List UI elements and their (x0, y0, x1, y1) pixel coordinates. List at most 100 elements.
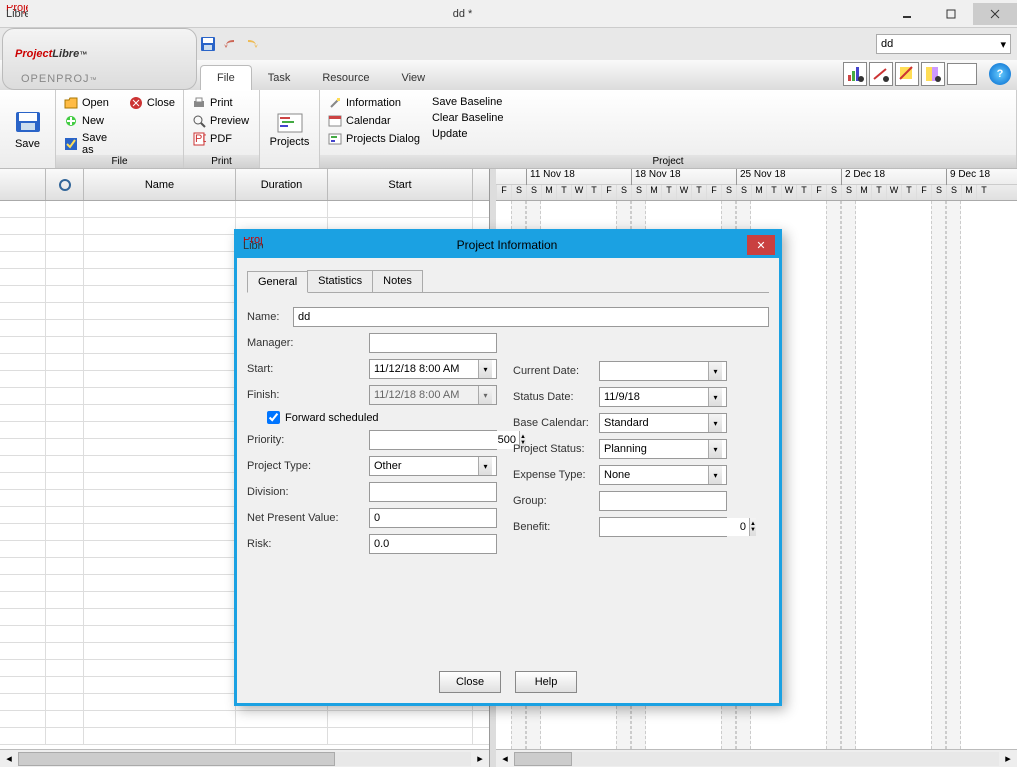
scroll-left-icon[interactable]: ◂ (496, 752, 514, 765)
save-label[interactable]: Save (15, 138, 40, 150)
timeline-header: 11 Nov 1818 Nov 1825 Nov 182 Dec 189 Dec… (496, 169, 1017, 201)
timeline-day-label: T (766, 185, 781, 201)
dialog-close-btn[interactable]: Close (439, 671, 501, 693)
info-header[interactable] (46, 169, 84, 200)
table-row[interactable] (0, 711, 489, 728)
gantt-hscrollbar[interactable]: ◂ ▸ (496, 749, 1017, 767)
preview-button[interactable]: Preview (192, 112, 251, 130)
project-information-dialog: ProjectLibre Project Information ✕ Gener… (234, 229, 782, 706)
save-baseline-button[interactable]: Save Baseline (432, 94, 504, 110)
projects-icon[interactable] (276, 112, 304, 136)
weekend-column (841, 201, 856, 749)
project-status-select[interactable]: Planning▾ (599, 439, 727, 459)
division-field[interactable] (369, 482, 497, 502)
timeline-day-label: S (616, 185, 631, 201)
scroll-right-icon[interactable]: ▸ (471, 752, 489, 765)
dialog-help-btn[interactable]: Help (515, 671, 577, 693)
project-type-select[interactable]: Other▾ (369, 456, 497, 476)
calendar-button[interactable]: Calendar (328, 112, 420, 130)
forward-scheduled-checkbox[interactable]: Forward scheduled (267, 411, 379, 424)
projects-dialog-button[interactable]: Projects Dialog (328, 130, 420, 148)
information-button[interactable]: Information (328, 94, 420, 112)
current-date-field[interactable]: ▾ (599, 361, 727, 381)
timeline-day-label: T (556, 185, 571, 201)
close-button[interactable]: Close (129, 94, 175, 112)
expense-type-select[interactable]: None▾ (599, 465, 727, 485)
project-type-label: Project Type: (247, 460, 363, 472)
help-icon[interactable]: ? (989, 63, 1011, 85)
base-calendar-select[interactable]: Standard▾ (599, 413, 727, 433)
benefit-stepper[interactable]: ▲▼ (599, 517, 727, 537)
clear-baseline-button[interactable]: Clear Baseline (432, 110, 504, 126)
status-date-field[interactable]: 11/9/18▾ (599, 387, 727, 407)
timeline-day-label: F (496, 185, 511, 201)
resource-view-icon[interactable] (895, 62, 919, 86)
weekend-column (826, 201, 841, 749)
open-button[interactable]: Open (64, 94, 115, 112)
pdf-button[interactable]: PDFPDF (192, 130, 251, 148)
start-header[interactable]: Start (328, 169, 473, 200)
tracking-view-icon[interactable] (869, 62, 893, 86)
start-label: Start: (247, 363, 363, 375)
npv-field[interactable] (369, 508, 497, 528)
update-button[interactable]: Update (432, 126, 504, 142)
info-icon (59, 179, 71, 191)
tab-file[interactable]: File (200, 65, 252, 90)
dialog-close-button[interactable]: ✕ (747, 235, 775, 255)
save-as-button[interactable]: Save as (64, 130, 115, 158)
manager-field[interactable] (369, 333, 497, 353)
project-selector[interactable]: dd ▾ (876, 34, 1011, 54)
scroll-right-icon[interactable]: ▸ (999, 752, 1017, 765)
print-button[interactable]: Print (192, 94, 251, 112)
timeline-day-label: S (526, 185, 541, 201)
dialog-titlebar[interactable]: ProjectLibre Project Information ✕ (237, 232, 779, 258)
timeline-day-label: F (811, 185, 826, 201)
timeline-day-label: F (706, 185, 721, 201)
tab-resource[interactable]: Resource (306, 66, 385, 90)
svg-text:PDF: PDF (195, 133, 206, 145)
start-date-field[interactable]: 11/12/18 8:00 AM▾ (369, 359, 497, 379)
no-subview-icon[interactable] (947, 63, 977, 85)
timeline-week-label: 18 Nov 18 (631, 169, 681, 185)
tab-task[interactable]: Task (252, 66, 307, 90)
table-row[interactable] (0, 728, 489, 745)
timeline-week-label: 25 Nov 18 (736, 169, 786, 185)
redo-icon[interactable] (244, 36, 260, 52)
priority-stepper[interactable]: ▲▼ (369, 430, 497, 450)
dialog-app-icon: ProjectLibre (237, 237, 267, 254)
undo-icon[interactable] (222, 36, 238, 52)
tab-general[interactable]: General (247, 271, 308, 293)
spinner-buttons[interactable]: ▲▼ (749, 518, 756, 536)
usage-view-icon[interactable] (921, 62, 945, 86)
chart-view-icon[interactable] (843, 62, 867, 86)
minimize-button[interactable] (885, 3, 929, 25)
division-label: Division: (247, 486, 363, 498)
logo-sub: OPENPROJ (21, 73, 90, 85)
tab-view[interactable]: View (385, 66, 441, 90)
maximize-button[interactable] (929, 3, 973, 25)
table-row[interactable] (0, 201, 489, 218)
projects-label[interactable]: Projects (270, 136, 310, 148)
row-number-header[interactable] (0, 169, 46, 200)
grid-hscrollbar[interactable]: ◂ ▸ (0, 749, 489, 767)
window-close-button[interactable] (973, 3, 1017, 25)
timeline-day-label: S (721, 185, 736, 201)
timeline-day-label: W (571, 185, 586, 201)
manager-label: Manager: (247, 337, 363, 349)
group-field[interactable] (599, 491, 727, 511)
save-big-icon[interactable] (14, 110, 42, 134)
tab-statistics[interactable]: Statistics (307, 270, 373, 292)
scroll-left-icon[interactable]: ◂ (0, 752, 18, 765)
logo-sub-tm: ™ (90, 77, 98, 84)
name-header[interactable]: Name (84, 169, 236, 200)
duration-header[interactable]: Duration (236, 169, 328, 200)
forward-scheduled-input[interactable] (267, 411, 280, 424)
finish-label: Finish: (247, 389, 363, 401)
tab-notes[interactable]: Notes (372, 270, 423, 292)
save-icon[interactable] (200, 36, 216, 52)
name-field[interactable] (293, 307, 769, 327)
risk-field[interactable] (369, 534, 497, 554)
new-button[interactable]: New (64, 112, 115, 130)
timeline-day-label: W (886, 185, 901, 201)
expense-type-label: Expense Type: (513, 469, 593, 481)
